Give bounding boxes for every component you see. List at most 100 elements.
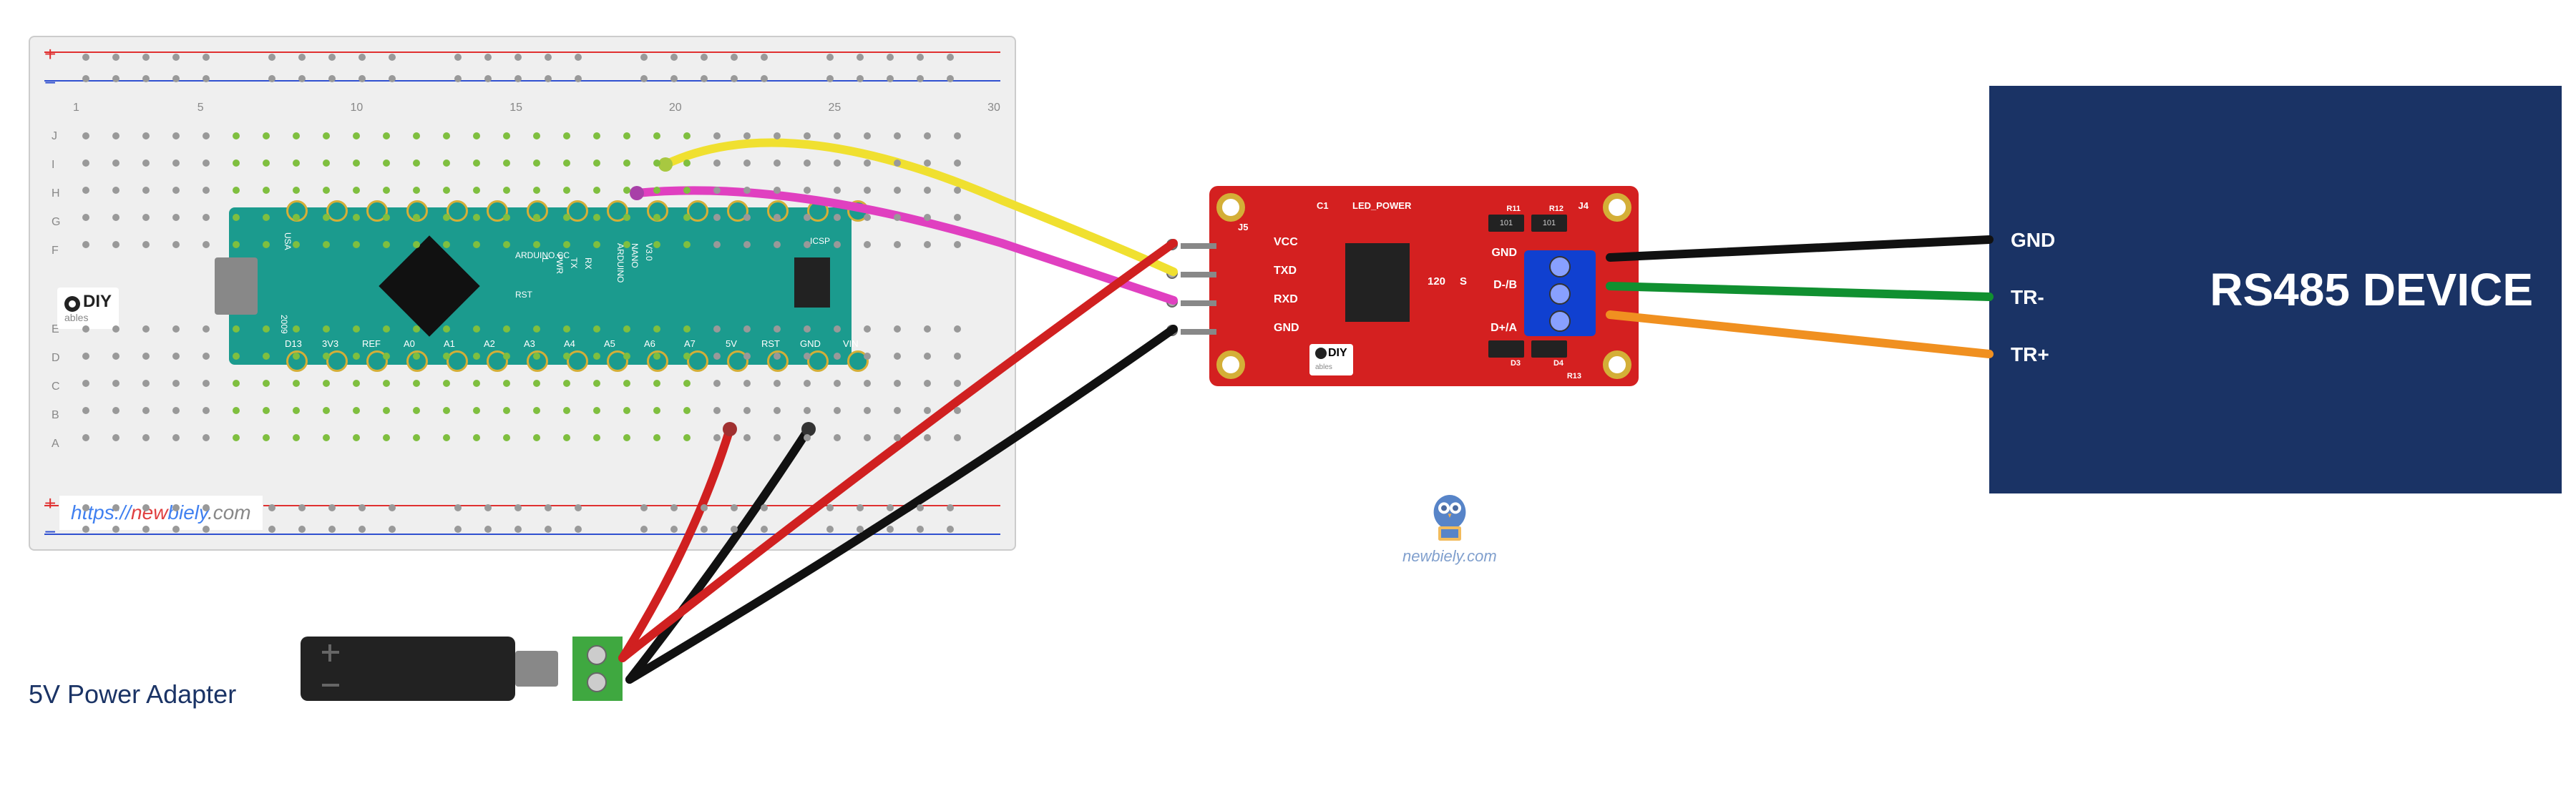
rs485-ttl-module: VCC TXD RXD GND J5 J4 C1 LED_POWER 120 S… <box>1209 186 1639 386</box>
arduino-nano: D13 3V3 REF A0 A1 A2 A3 A4 A5 A6 A7 5V R… <box>229 207 852 365</box>
usb-connector <box>215 257 258 315</box>
rst-label: RST <box>515 290 532 300</box>
smd-r: 101 <box>1531 215 1567 232</box>
j4-silk: J4 <box>1579 200 1589 211</box>
pin-a3: A3 <box>524 338 535 349</box>
newbiely-watermark: newbiely.com <box>1402 486 1497 566</box>
pin-d13: D13 <box>285 338 302 349</box>
pin-gnd: GND <box>800 338 821 349</box>
mod-pin-vcc <box>1181 243 1216 249</box>
plus-label-b: + <box>44 492 56 515</box>
pin-a4: A4 <box>564 338 575 349</box>
arduino-model1: ARDUINO <box>615 243 625 282</box>
diyables-logo-module: DIYables <box>1309 344 1353 375</box>
tx-label: TX <box>569 257 579 268</box>
pin-a5: A5 <box>604 338 615 349</box>
pin-a6: A6 <box>644 338 655 349</box>
row-i: I <box>52 159 54 172</box>
pin-a0: A0 <box>404 338 415 349</box>
smd-r: 101 <box>1488 215 1524 232</box>
wire-orange-mod-device <box>1610 315 1989 354</box>
mod-pin-txd <box>1181 272 1216 277</box>
atmega-chip <box>379 235 479 336</box>
wire-black-mod-device <box>1610 240 1989 257</box>
arduino-top-pins <box>286 200 869 222</box>
smd-r <box>1531 340 1567 358</box>
term-dplus: D+/A <box>1491 322 1517 335</box>
pin-vin: VIN <box>843 338 859 349</box>
diyables-logo-breadboard: DIYables <box>57 288 119 329</box>
device-title: RS485 DEVICE <box>2210 263 2533 316</box>
pin-ref: REF <box>362 338 381 349</box>
wire-green-mod-device <box>1610 286 1989 297</box>
power-adapter-label: 5V Power Adapter <box>29 679 236 709</box>
year-label: 2009 <box>279 315 289 334</box>
mount-hole <box>1603 350 1631 379</box>
barrel-tip <box>515 651 558 687</box>
j5-silk: J5 <box>1238 222 1248 232</box>
icsp-header <box>794 257 830 308</box>
mod-pin-tip <box>1166 296 1178 308</box>
r120-silk: 120 <box>1428 275 1445 288</box>
plus-label: + <box>44 43 56 66</box>
d3-silk: D3 <box>1511 359 1521 368</box>
power-rail-bot-neg <box>44 534 1000 535</box>
pin-3v3: 3V3 <box>322 338 338 349</box>
mod-pin-tip <box>1166 267 1178 279</box>
row-d: D <box>52 352 60 365</box>
mod-pin-tip <box>1166 239 1178 250</box>
mod-pin-rxd <box>1181 300 1216 306</box>
pin-rst: RST <box>761 338 780 349</box>
watermark-text: newbiely.com <box>1402 547 1497 566</box>
pin-a1: A1 <box>444 338 455 349</box>
screw-terminal <box>1524 250 1596 336</box>
power-rail-top-pos <box>44 51 1000 53</box>
vcc-label: VCC <box>1274 236 1298 249</box>
txd-label: TXD <box>1274 265 1297 277</box>
device-trminus: TR- <box>2011 286 2044 309</box>
mod-pin-tip <box>1166 325 1178 336</box>
arduino-model2: NANO <box>630 243 640 268</box>
icsp-label: ICSP <box>810 236 830 246</box>
r11-silk: R11 <box>1506 205 1521 213</box>
mount-hole <box>1603 193 1631 222</box>
usa-label: USA <box>283 232 293 250</box>
minus-label: − <box>44 72 56 94</box>
row-c: C <box>52 380 60 393</box>
rx-label: RX <box>583 257 593 270</box>
pin-a7: A7 <box>684 338 696 349</box>
led-power-silk: LED_POWER <box>1352 200 1411 211</box>
rxd-label: RXD <box>1274 293 1298 306</box>
mount-hole <box>1216 193 1245 222</box>
col-labels-top: 1 5 10 15 20 25 30 <box>73 102 1000 114</box>
pin-a2: A2 <box>484 338 495 349</box>
arduino-bottom-pins <box>286 350 869 372</box>
row-b: B <box>52 409 59 422</box>
barrel-jack <box>301 637 515 701</box>
s-silk: S <box>1460 275 1467 288</box>
device-gnd: GND <box>2011 229 2055 252</box>
term-dminus: D-/B <box>1493 279 1517 292</box>
rs485-device: RS485 DEVICE GND TR- TR+ <box>1989 86 2562 493</box>
gnd-label: GND <box>1274 322 1299 335</box>
c1-silk: C1 <box>1317 200 1329 211</box>
power-rail-top-neg <box>44 80 1000 82</box>
owl-icon <box>1421 486 1478 544</box>
l-label: L <box>540 257 550 262</box>
device-trplus: TR+ <box>2011 343 2049 366</box>
row-g: G <box>52 216 60 229</box>
row-h: H <box>52 187 60 200</box>
mount-hole <box>1216 350 1245 379</box>
mod-pin-gnd <box>1181 329 1216 335</box>
screw-terminal-adapter <box>572 637 623 701</box>
d4-silk: D4 <box>1553 359 1563 368</box>
row-j: J <box>52 130 57 143</box>
arduino-ver: V3.0 <box>644 243 654 261</box>
smd-r <box>1488 340 1524 358</box>
rs485-ic <box>1345 243 1410 322</box>
newbiely-url: https://newbiely.com <box>59 495 263 531</box>
pwr-label: PWR <box>555 254 565 274</box>
row-a: A <box>52 438 59 451</box>
term-gnd: GND <box>1491 247 1517 260</box>
minus-label-b: − <box>44 521 56 544</box>
